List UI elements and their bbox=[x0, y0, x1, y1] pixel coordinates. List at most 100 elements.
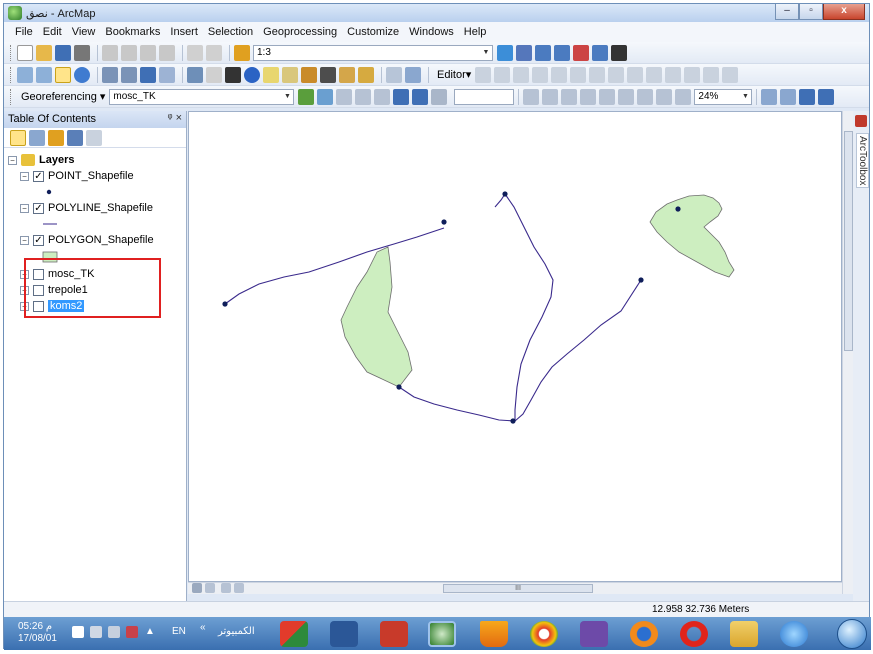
internet-explorer-taskbar-icon[interactable] bbox=[780, 621, 808, 647]
menu-view[interactable]: View bbox=[67, 26, 101, 38]
refresh-view-icon[interactable] bbox=[221, 583, 231, 593]
endpoint-arc-icon[interactable] bbox=[532, 66, 549, 83]
arctoolbox-icon[interactable] bbox=[573, 44, 589, 61]
search-window-icon[interactable] bbox=[554, 44, 570, 61]
new-document-icon[interactable] bbox=[17, 44, 33, 61]
point-feature[interactable] bbox=[502, 191, 508, 197]
select-features-icon[interactable] bbox=[187, 66, 203, 83]
image-tool-3-icon[interactable] bbox=[561, 88, 578, 105]
print-icon[interactable] bbox=[74, 44, 90, 61]
layout-view-icon[interactable] bbox=[205, 583, 215, 593]
list-by-source-icon[interactable] bbox=[29, 129, 45, 146]
close-button[interactable]: x bbox=[823, 4, 865, 20]
device-icon[interactable] bbox=[108, 626, 120, 638]
layer-point-shapefile[interactable]: − ✓ POINT_Shapefile bbox=[8, 168, 186, 184]
delete-icon[interactable] bbox=[159, 44, 175, 61]
flicker-icon[interactable] bbox=[637, 88, 654, 105]
start-button[interactable] bbox=[837, 619, 867, 649]
zoom-in-icon[interactable] bbox=[17, 66, 33, 83]
visibility-checkbox[interactable]: ✓ bbox=[33, 202, 44, 214]
straight-segment-icon[interactable] bbox=[513, 66, 530, 83]
polygon-feature-2[interactable] bbox=[649, 194, 735, 278]
layer-polyline-shapefile[interactable]: − ✓ POLYLINE_Shapefile bbox=[8, 200, 186, 216]
viewer-icon[interactable] bbox=[412, 88, 429, 105]
transparency-combo[interactable]: 24% ▼ bbox=[694, 88, 753, 105]
point-feature[interactable] bbox=[222, 301, 228, 307]
visibility-checkbox[interactable]: ✓ bbox=[33, 234, 44, 246]
polygon-feature-1[interactable] bbox=[340, 246, 413, 388]
vlc-taskbar-icon[interactable] bbox=[480, 621, 508, 647]
layer-polygon-shapefile[interactable]: − ✓ POLYGON_Shapefile bbox=[8, 232, 186, 248]
georef-text-combo[interactable] bbox=[454, 88, 515, 105]
menu-edit[interactable]: Edit bbox=[38, 26, 67, 38]
toc-options-icon[interactable] bbox=[86, 129, 102, 146]
action-center-icon[interactable] bbox=[126, 626, 138, 638]
point-feature[interactable] bbox=[441, 219, 447, 225]
collapse-icon[interactable]: − bbox=[20, 171, 29, 181]
minimize-button[interactable]: – bbox=[775, 4, 799, 20]
toc-pin-close-icon[interactable]: ᵠ × bbox=[168, 112, 182, 124]
computer-toolbar-label[interactable]: الكمبيوتر bbox=[218, 626, 255, 637]
opera-taskbar-icon[interactable] bbox=[680, 621, 708, 647]
layout-tool-2-icon[interactable] bbox=[780, 88, 797, 105]
create-features-icon[interactable] bbox=[722, 66, 739, 83]
collapse-icon[interactable]: − bbox=[20, 203, 29, 213]
find-icon[interactable] bbox=[320, 66, 336, 83]
reshape-icon[interactable] bbox=[608, 66, 625, 83]
menu-help[interactable]: Help bbox=[459, 26, 492, 38]
tray-clock[interactable]: 05:26 م 17/08/01 bbox=[18, 621, 57, 645]
fixed-zoom-out-icon[interactable] bbox=[121, 66, 137, 83]
arcmap-taskbar-icon[interactable] bbox=[428, 621, 456, 647]
layout-tool-1-icon[interactable] bbox=[761, 88, 778, 105]
map-scale-combo[interactable]: 1:3 ▼ bbox=[253, 44, 493, 61]
html-popup-icon[interactable] bbox=[282, 66, 298, 83]
volume-icon[interactable] bbox=[72, 626, 84, 638]
view-link-table-icon[interactable] bbox=[393, 88, 410, 105]
arctoolbox-tab-label[interactable]: ArcToolbox bbox=[856, 133, 869, 189]
rotate-icon[interactable] bbox=[665, 66, 682, 83]
layout-tool-3-icon[interactable] bbox=[799, 88, 816, 105]
editor-menu[interactable]: Editor▾ bbox=[433, 68, 475, 81]
time-slider-icon[interactable] bbox=[386, 66, 402, 83]
file-explorer-taskbar-icon[interactable] bbox=[730, 621, 758, 647]
pause-drawing-icon[interactable] bbox=[234, 583, 244, 593]
toolbar-chevron[interactable]: « bbox=[200, 622, 206, 633]
point-feature[interactable] bbox=[675, 206, 681, 212]
scale-icon[interactable] bbox=[355, 88, 372, 105]
paste-icon[interactable] bbox=[140, 44, 156, 61]
model-builder-icon[interactable] bbox=[611, 44, 627, 61]
pan-icon[interactable] bbox=[55, 66, 71, 83]
arctoolbox-side-tab[interactable]: ArcToolbox bbox=[853, 111, 869, 601]
viewer-window-icon[interactable] bbox=[405, 66, 421, 83]
georef-layer-combo[interactable]: mosc_TK ▼ bbox=[109, 88, 295, 105]
contrast-icon[interactable] bbox=[656, 88, 673, 105]
word-taskbar-icon[interactable] bbox=[330, 621, 358, 647]
undo-icon[interactable] bbox=[187, 44, 203, 61]
forward-extent-icon[interactable] bbox=[159, 66, 175, 83]
tray-expand-icon[interactable]: ▲ bbox=[145, 626, 155, 637]
arcgis-taskbar-icon[interactable] bbox=[280, 621, 308, 647]
measure-icon[interactable] bbox=[301, 66, 317, 83]
media-player-taskbar-icon[interactable] bbox=[380, 621, 408, 647]
full-extent-icon[interactable] bbox=[74, 66, 90, 83]
vertical-scroll-thumb[interactable] bbox=[844, 131, 853, 351]
layers-root[interactable]: − Layers bbox=[8, 152, 186, 168]
editor-toolbar-icon[interactable] bbox=[497, 44, 513, 61]
menu-windows[interactable]: Windows bbox=[404, 26, 459, 38]
messenger-taskbar-icon[interactable] bbox=[580, 621, 608, 647]
map-horizontal-scrollbar[interactable]: III bbox=[188, 582, 842, 594]
open-folder-icon[interactable] bbox=[36, 44, 52, 61]
menu-file[interactable]: File bbox=[10, 26, 38, 38]
cut-polygons-icon[interactable] bbox=[627, 66, 644, 83]
polyline-feature-1[interactable] bbox=[224, 227, 445, 305]
trace-icon[interactable] bbox=[551, 66, 568, 83]
shift-icon[interactable] bbox=[336, 88, 353, 105]
magnifier-icon[interactable] bbox=[431, 88, 448, 105]
find-route-icon[interactable] bbox=[339, 66, 355, 83]
visibility-checkbox[interactable]: ✓ bbox=[33, 170, 44, 182]
edit-tool-icon[interactable] bbox=[475, 66, 492, 83]
map-canvas[interactable] bbox=[189, 112, 841, 581]
menu-insert[interactable]: Insert bbox=[165, 26, 203, 38]
polyline-feature-2[interactable] bbox=[504, 193, 554, 421]
go-to-xy-icon[interactable] bbox=[358, 66, 374, 83]
